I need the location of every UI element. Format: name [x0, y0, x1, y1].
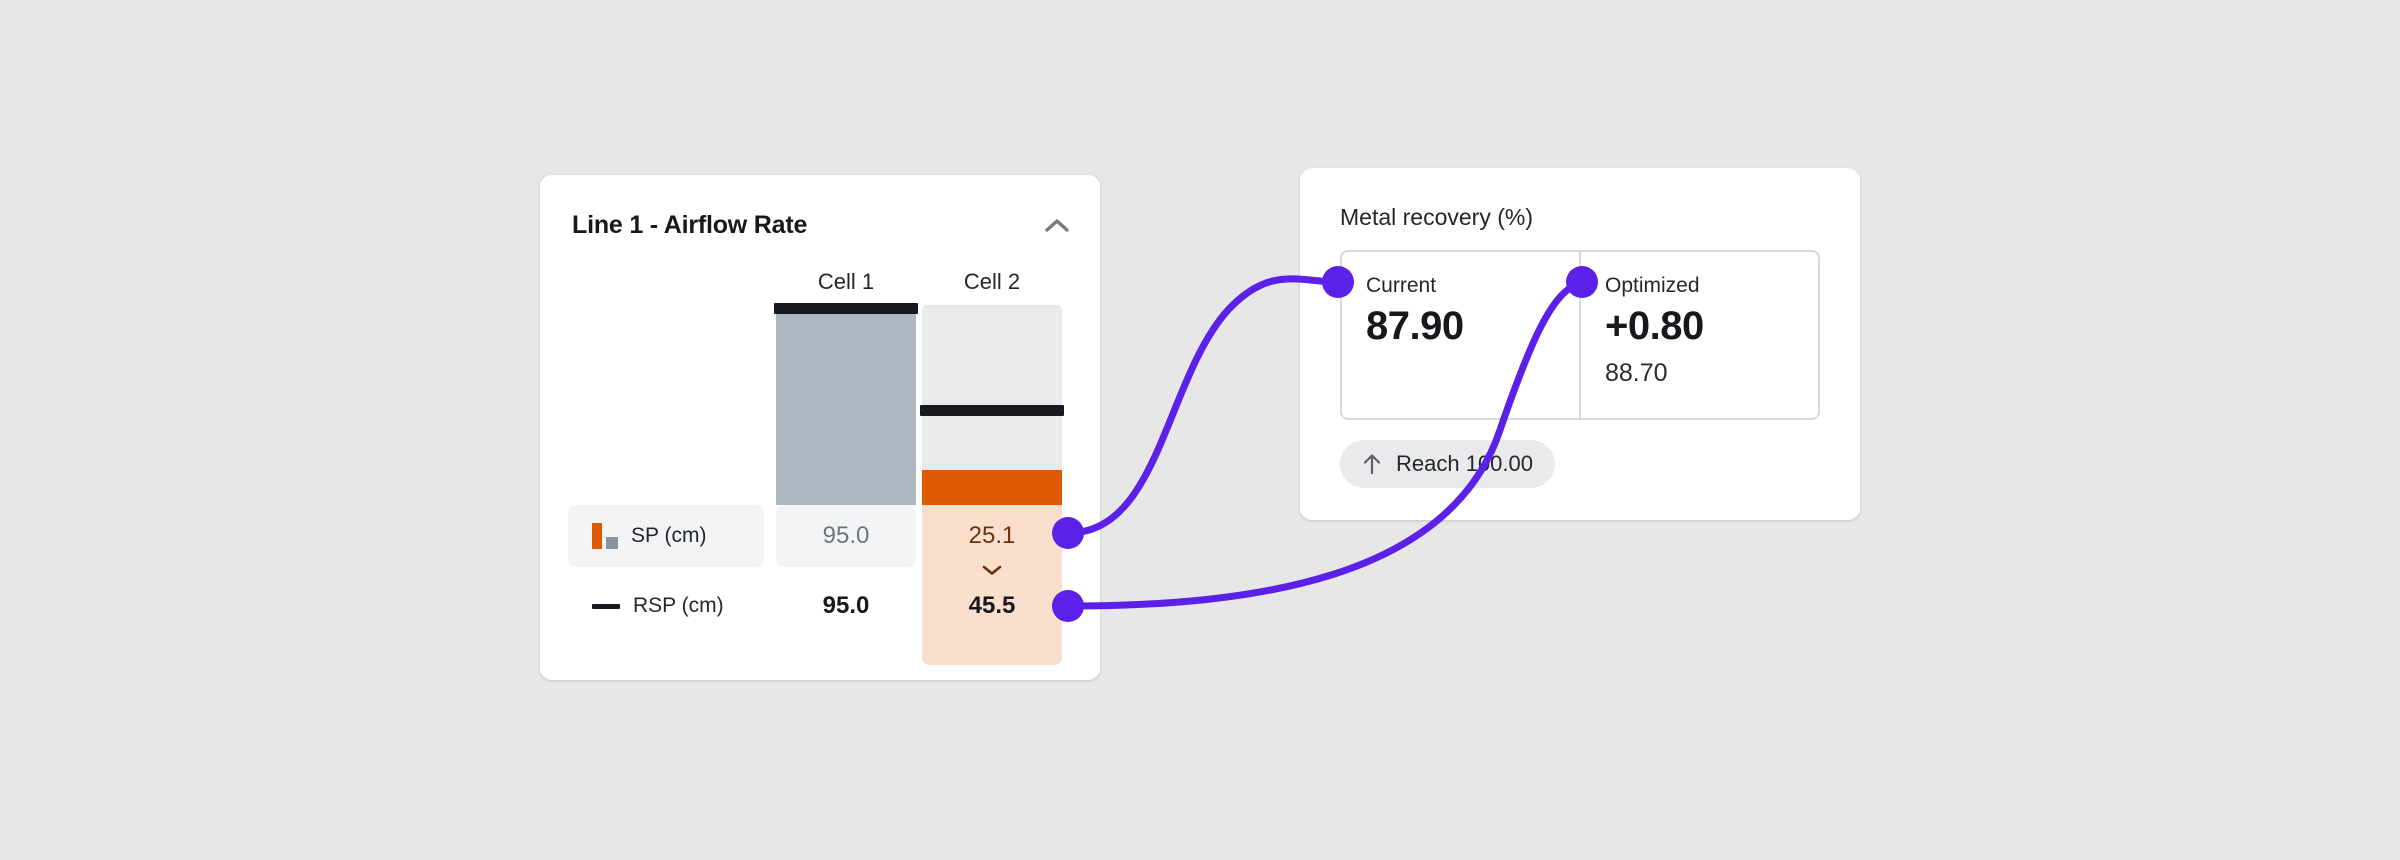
column-header-cell-1: Cell 1	[817, 269, 875, 294]
table-row-sp: SP (cm) 95.0 25.1	[540, 505, 1100, 567]
collapse-button[interactable]	[1040, 208, 1074, 242]
connector-overlay	[1052, 266, 1598, 622]
airflow-rate-card: Line 1 - Airflow Rate Cell 1 Cell 2 SP (…	[540, 175, 1100, 680]
cell-value-rsp-cell-2: 45.5	[968, 592, 1016, 619]
chevron-up-icon	[1045, 218, 1069, 232]
kpi-current-label: Current	[1366, 274, 1437, 297]
bar-fill-sp-cell-1	[776, 309, 916, 505]
column-header-cell-2: Cell 2	[963, 269, 1021, 294]
metal-recovery-title: Metal recovery (%)	[1340, 204, 1533, 230]
metal-recovery-card: Metal recovery (%) Current 87.90 Optimiz…	[1300, 168, 1860, 520]
kpi-optimized-value: +0.80	[1605, 304, 1704, 348]
rsp-marker-cell-2	[920, 405, 1064, 416]
kpi-current: Current 87.90	[1342, 252, 1579, 418]
kpi-optimized-subvalue: 88.70	[1605, 359, 1668, 387]
legend-label-sp: SP (cm)	[631, 524, 707, 547]
cell-value-rsp-cell-1: 95.0	[822, 592, 870, 619]
cell-value-sp-cell-2: 25.1	[968, 522, 1016, 549]
card-header: Line 1 - Airflow Rate	[572, 205, 1074, 245]
sp-bars-icon	[592, 523, 618, 549]
page-title: Line 1 - Airflow Rate	[572, 210, 808, 239]
table-row-rsp: RSP (cm) 95.0 45.5	[540, 575, 1100, 637]
screen: Line 1 - Airflow Rate Cell 1 Cell 2 SP (…	[0, 0, 2400, 860]
bar-fill-sp-cell-2	[922, 470, 1062, 505]
bar-track-cell-2	[920, 305, 1064, 505]
kpi-optimized: Optimized +0.80 88.70	[1579, 252, 1818, 418]
kpi-group: Current 87.90 Optimized +0.80 88.70	[1340, 250, 1820, 420]
legend-item-sp[interactable]: SP (cm)	[568, 505, 764, 567]
reach-goal-label: Reach 100.00	[1396, 451, 1533, 476]
legend-item-rsp[interactable]: RSP (cm)	[568, 575, 764, 637]
rsp-line-icon	[592, 603, 620, 609]
rsp-marker-cell-1	[774, 303, 918, 314]
arrow-up-icon	[1363, 454, 1381, 475]
legend-label-rsp: RSP (cm)	[633, 594, 724, 617]
kpi-optimized-label: Optimized	[1605, 274, 1700, 297]
kpi-current-value: 87.90	[1366, 304, 1464, 348]
reach-goal-button[interactable]: Reach 100.00	[1340, 440, 1555, 488]
connector-sp-to-current	[1064, 275, 1342, 537]
cell-value-sp-cell-1: 95.0	[822, 522, 870, 549]
bar-track-cell-1	[774, 303, 918, 505]
